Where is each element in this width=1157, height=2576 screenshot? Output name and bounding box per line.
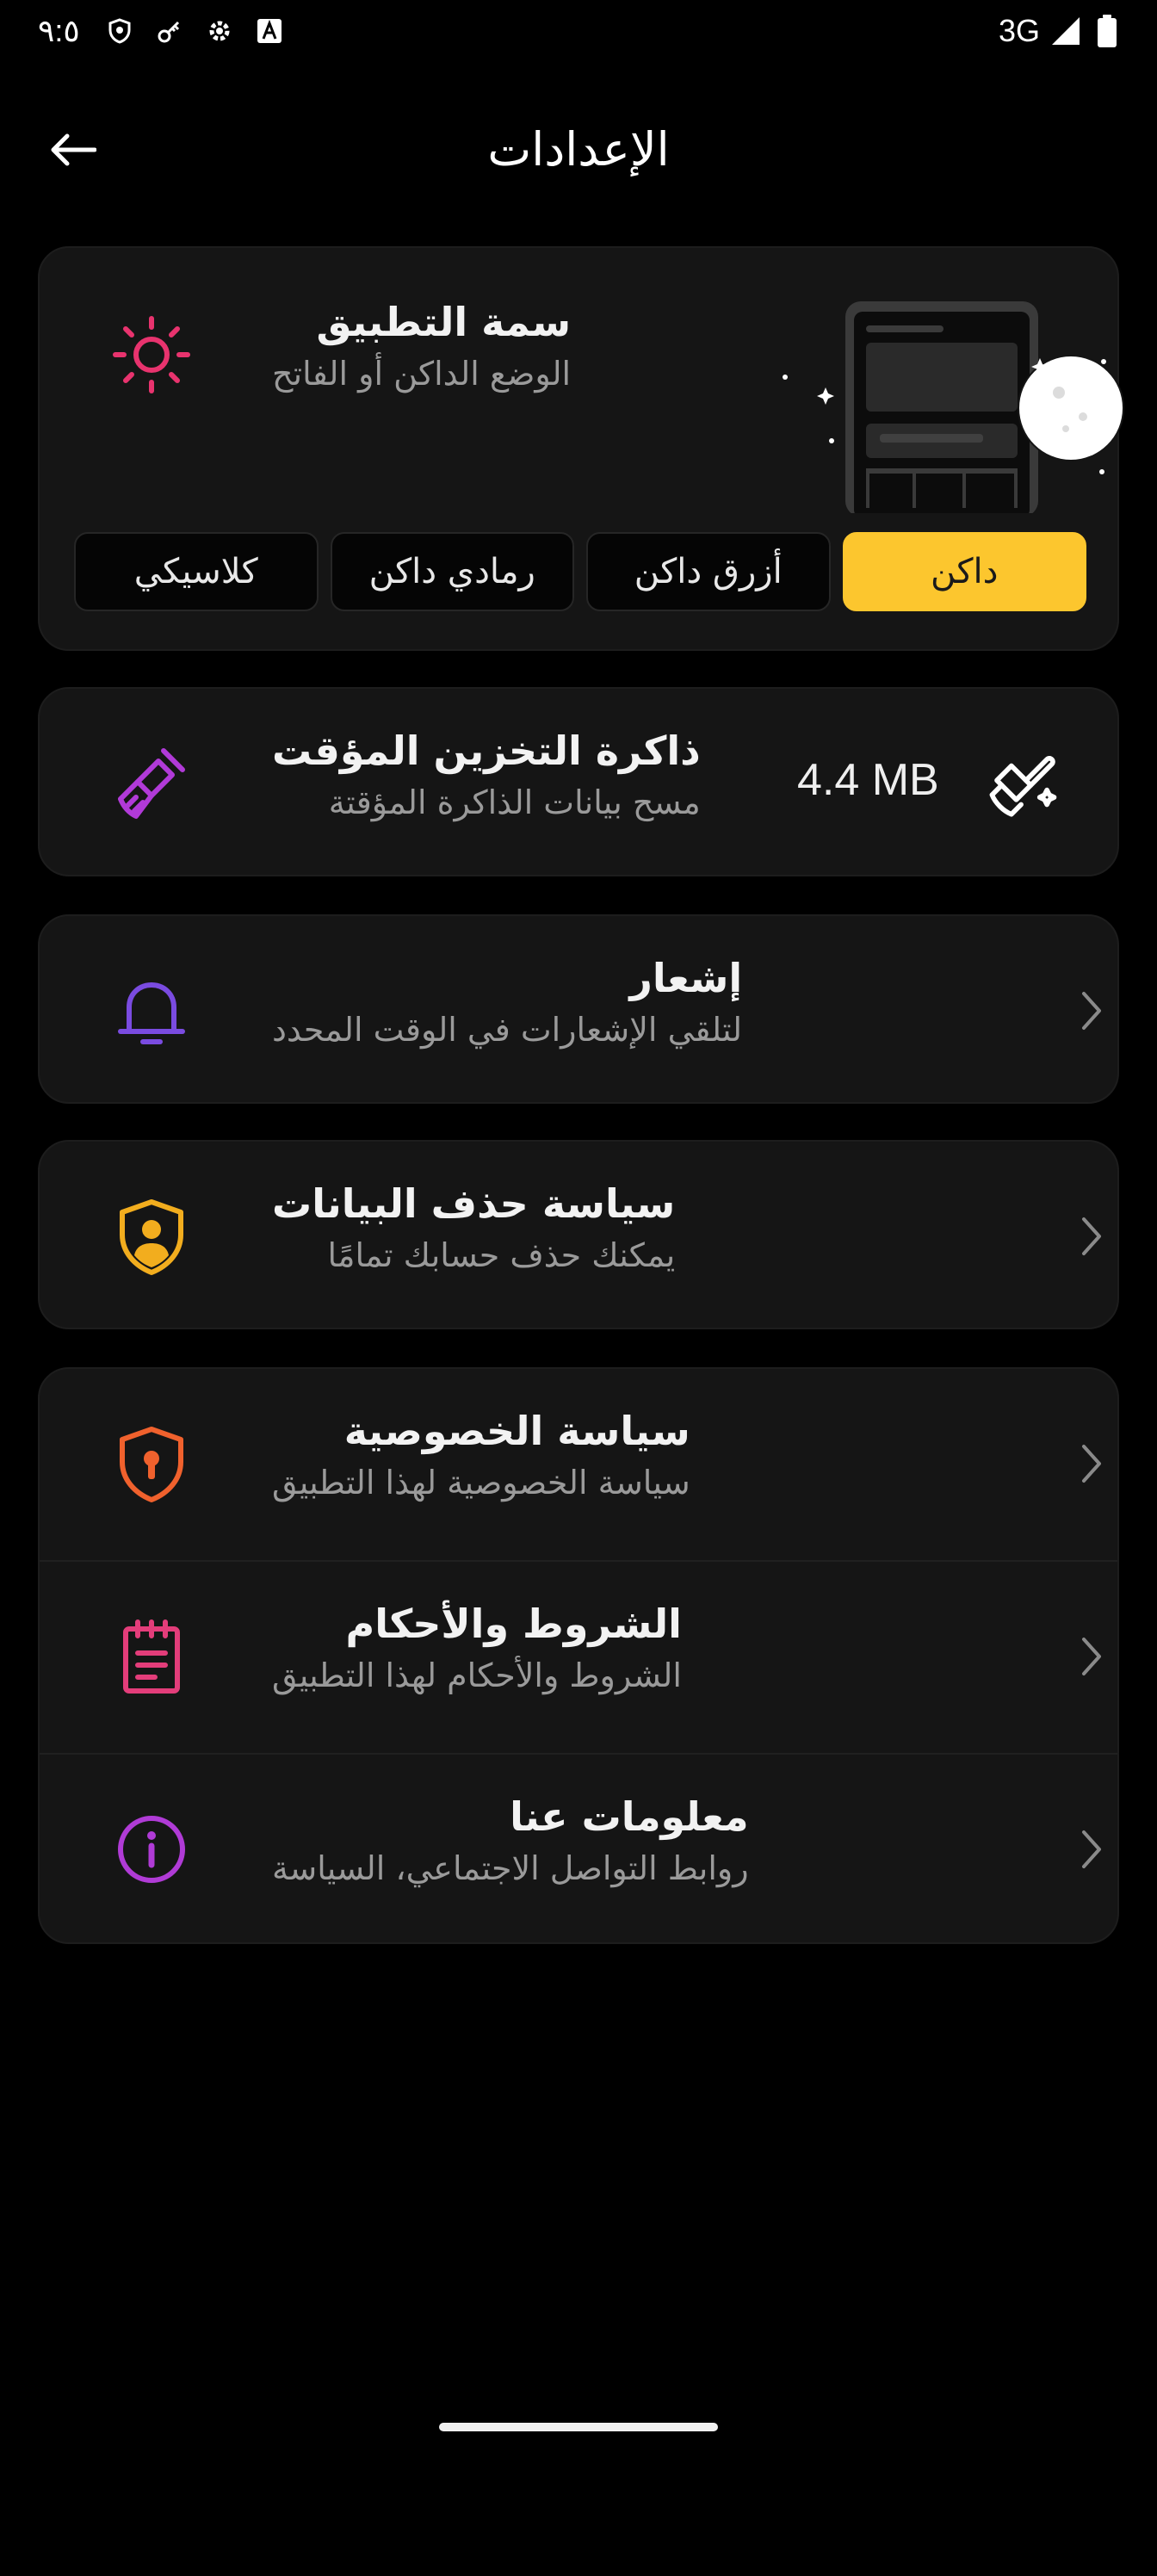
about-us-row[interactable]: معلومات عنا روابط التواصل الاجتماعي، الس… xyxy=(40,1755,1117,1944)
data-deletion-row[interactable]: سياسة حذف البيانات يمكنك حذف حسابك تمامً… xyxy=(40,1142,1117,1331)
chevron-right-icon xyxy=(1069,1441,1114,1486)
notification-title: إشعار xyxy=(629,955,743,1001)
theme-selector: داكن أزرق داكن رمادي داكن كلاسيكي xyxy=(74,532,1086,611)
lock-shield-icon xyxy=(107,1419,196,1508)
theme-texts: سمة التطبيق الوضع الداكن أو الفاتح xyxy=(272,294,634,398)
clipboard-icon xyxy=(107,1612,196,1701)
settings-gear-icon xyxy=(204,15,235,46)
about-us-title: معلومات عنا xyxy=(510,1793,749,1840)
user-shield-icon xyxy=(107,1192,196,1281)
terms-row[interactable]: الشروط والأحكام الشروط والأحكام لهذا الت… xyxy=(40,1562,1117,1751)
theme-title: سمة التطبيق xyxy=(316,299,572,345)
privacy-policy-subtitle: سياسة الخصوصية لهذا التطبيق xyxy=(272,1464,690,1502)
about-us-texts: معلومات عنا روابط التواصل الاجتماعي، الس… xyxy=(272,1789,789,1892)
signal-icon xyxy=(1050,15,1081,46)
notification-card[interactable]: إشعار لتلقي الإشعارات في الوقت المحدد xyxy=(38,914,1119,1104)
data-deletion-subtitle: يمكنك حذف حسابك تمامًا xyxy=(327,1236,676,1274)
font-a-icon xyxy=(254,15,285,46)
cache-row: ذاكرة التخزين المؤقت مسح بيانات الذاكرة … xyxy=(40,689,1117,878)
terms-subtitle: الشروط والأحكام لهذا التطبيق xyxy=(272,1656,682,1694)
notification-row[interactable]: إشعار لتلقي الإشعارات في الوقت المحدد xyxy=(40,916,1117,1105)
theme-option-dark-blue[interactable]: أزرق داكن xyxy=(586,532,831,611)
terms-texts: الشروط والأحكام الشروط والأحكام لهذا الت… xyxy=(272,1596,789,1700)
network-type: 3G xyxy=(998,13,1040,48)
status-bar-left: ٩:٥ xyxy=(38,12,285,50)
notification-subtitle: لتلقي الإشعارات في الوقت المحدد xyxy=(272,1011,743,1049)
theme-card: سمة التطبيق الوضع الداكن أو الفاتح داكن … xyxy=(38,246,1124,651)
battery-icon xyxy=(1092,15,1123,47)
cache-subtitle: مسح بيانات الذاكرة المؤقتة xyxy=(328,783,701,821)
info-icon xyxy=(107,1805,196,1894)
chevron-right-icon xyxy=(1069,988,1114,1033)
status-bar: ٩:٥ 3G xyxy=(0,0,1157,62)
shield-icon xyxy=(104,15,135,46)
cache-size: 4.4 MB xyxy=(797,755,939,805)
cache-title: ذاكرة التخزين المؤقت xyxy=(272,728,701,774)
data-deletion-card[interactable]: سياسة حذف البيانات يمكنك حذف حسابك تمامً… xyxy=(38,1140,1119,1329)
links-card: سياسة الخصوصية سياسة الخصوصية لهذا التطب… xyxy=(38,1367,1119,1944)
privacy-policy-title: سياسة الخصوصية xyxy=(343,1408,690,1454)
bell-icon xyxy=(107,966,196,1056)
chevron-right-icon xyxy=(1069,1634,1114,1679)
theme-subtitle: الوضع الداكن أو الفاتح xyxy=(272,355,572,393)
status-bar-right: 3G xyxy=(999,12,1123,50)
privacy-policy-row[interactable]: سياسة الخصوصية سياسة الخصوصية لهذا التطب… xyxy=(40,1369,1117,1558)
cache-texts: ذاكرة التخزين المؤقت مسح بيانات الذاكرة … xyxy=(272,723,701,827)
privacy-policy-texts: سياسة الخصوصية سياسة الخصوصية لهذا التطب… xyxy=(272,1403,789,1507)
about-us-subtitle: روابط التواصل الاجتماعي، السياسة xyxy=(272,1849,749,1887)
chevron-right-icon xyxy=(1069,1827,1114,1872)
theme-option-classic[interactable]: كلاسيكي xyxy=(74,532,319,611)
sun-icon xyxy=(107,310,196,399)
theme-option-dark-gray[interactable]: رمادي داكن xyxy=(330,532,574,611)
clear-cache-button[interactable] xyxy=(978,740,1067,830)
notification-texts: إشعار لتلقي الإشعارات في الوقت المحدد xyxy=(272,951,789,1054)
terms-title: الشروط والأحكام xyxy=(345,1601,682,1647)
home-indicator[interactable] xyxy=(439,2423,718,2431)
status-time: ٩:٥ xyxy=(38,13,80,48)
page-title: الإعدادات xyxy=(487,122,670,176)
theme-option-dark[interactable]: داكن xyxy=(842,532,1086,611)
data-deletion-title: سياسة حذف البيانات xyxy=(272,1180,676,1227)
broom-icon xyxy=(107,739,196,828)
broom-sparkle-icon xyxy=(989,755,1057,817)
theme-row: سمة التطبيق الوضع الداكن أو الفاتح xyxy=(40,260,1117,449)
app-bar: الإعدادات xyxy=(0,95,1157,195)
cache-card: ذاكرة التخزين المؤقت مسح بيانات الذاكرة … xyxy=(38,687,1119,876)
chevron-right-icon xyxy=(1069,1214,1114,1259)
data-deletion-texts: سياسة حذف البيانات يمكنك حذف حسابك تمامً… xyxy=(272,1176,789,1279)
vpn-key-icon xyxy=(154,15,185,46)
